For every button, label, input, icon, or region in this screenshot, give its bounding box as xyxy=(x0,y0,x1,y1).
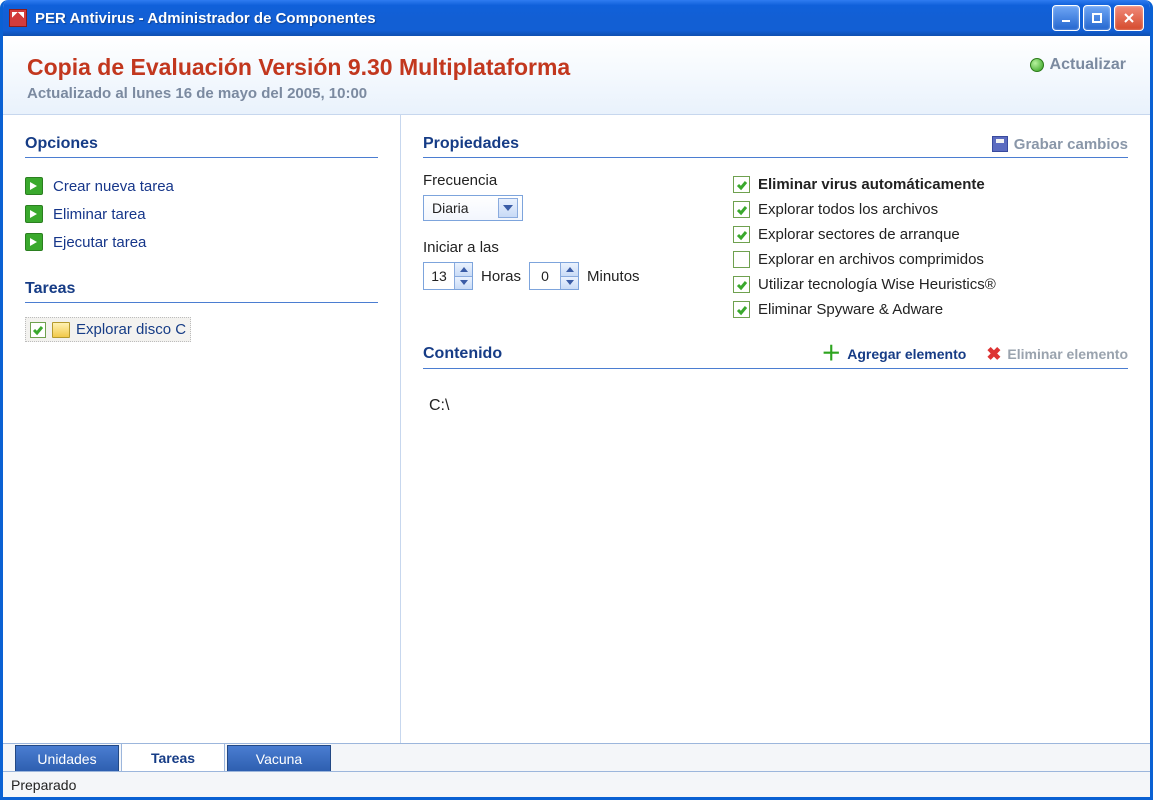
chevron-down-icon xyxy=(498,198,518,218)
arrow-right-icon xyxy=(25,205,43,223)
checkbox-label: Eliminar virus automáticamente xyxy=(758,176,985,193)
checkbox-label: Utilizar tecnología Wise Heuristics® xyxy=(758,276,996,293)
plus-icon: ＋ xyxy=(821,344,841,364)
arrow-right-icon xyxy=(25,177,43,195)
save-changes-button[interactable]: Grabar cambios xyxy=(992,136,1128,153)
property-checkbox[interactable]: Utilizar tecnología Wise Heuristics® xyxy=(733,272,1128,297)
header: Copia de Evaluación Versión 9.30 Multipl… xyxy=(3,36,1150,115)
option-label: Crear nueva tarea xyxy=(53,178,174,195)
window-title: PER Antivirus - Administrador de Compone… xyxy=(35,10,1052,27)
content-item[interactable]: C:\ xyxy=(429,397,1122,415)
status-text: Preparado xyxy=(11,777,76,793)
checkbox[interactable] xyxy=(733,276,750,293)
option-label: Eliminar tarea xyxy=(53,206,146,223)
property-checkbox[interactable]: Explorar sectores de arranque xyxy=(733,222,1128,247)
tasks-title: Tareas xyxy=(25,280,378,303)
content-title: Contenido xyxy=(423,345,502,363)
spinner-up-button[interactable] xyxy=(560,263,578,277)
hours-label: Horas xyxy=(481,268,521,285)
tab-tareas[interactable]: Tareas xyxy=(121,743,225,771)
checkbox[interactable] xyxy=(733,226,750,243)
titlebar[interactable]: PER Antivirus - Administrador de Compone… xyxy=(3,0,1150,36)
update-icon xyxy=(1030,58,1044,72)
del-label: Eliminar elemento xyxy=(1007,346,1128,362)
frequency-label: Frecuencia xyxy=(423,172,703,189)
add-label: Agregar elemento xyxy=(847,346,966,362)
property-checkbox[interactable]: Explorar todos los archivos xyxy=(733,197,1128,222)
properties-title: Propiedades xyxy=(423,135,519,153)
checkbox[interactable] xyxy=(733,176,750,193)
statusbar: Preparado xyxy=(3,771,1150,797)
last-updated: Actualizado al lunes 16 de mayo del 2005… xyxy=(27,85,570,102)
frequency-value: Diaria xyxy=(432,200,469,216)
page-title: Copia de Evaluación Versión 9.30 Multipl… xyxy=(27,54,570,81)
checkbox-label: Explorar todos los archivos xyxy=(758,201,938,218)
tab-vacuna[interactable]: Vacuna xyxy=(227,745,331,771)
add-element-button[interactable]: ＋ Agregar elemento xyxy=(821,344,966,364)
minutes-value: 0 xyxy=(530,263,560,289)
option-label: Ejecutar tarea xyxy=(53,234,146,251)
start-at-label: Iniciar a las xyxy=(423,239,703,256)
app-window: PER Antivirus - Administrador de Compone… xyxy=(0,0,1153,800)
hours-spinner[interactable]: 13 xyxy=(423,262,473,290)
option-create-task[interactable]: Crear nueva tarea xyxy=(25,172,378,200)
save-icon xyxy=(992,136,1008,152)
minutes-label: Minutos xyxy=(587,268,640,285)
spinner-up-button[interactable] xyxy=(454,263,472,277)
task-label: Explorar disco C xyxy=(76,321,186,338)
minutes-spinner[interactable]: 0 xyxy=(529,262,579,290)
content-panel: Propiedades Grabar cambios Frecuencia Di… xyxy=(401,115,1150,743)
folder-icon xyxy=(52,322,70,338)
close-button[interactable] xyxy=(1114,5,1144,31)
hours-value: 13 xyxy=(424,263,454,289)
update-label: Actualizar xyxy=(1050,56,1126,74)
checkbox-label: Eliminar Spyware & Adware xyxy=(758,301,943,318)
save-label: Grabar cambios xyxy=(1014,136,1128,153)
content-list: C:\ xyxy=(423,383,1128,429)
tab-unidades[interactable]: Unidades xyxy=(15,745,119,771)
property-checkbox[interactable]: Eliminar Spyware & Adware xyxy=(733,297,1128,322)
update-button[interactable]: Actualizar xyxy=(1030,56,1126,74)
minimize-button[interactable] xyxy=(1052,5,1080,31)
checkbox-label: Explorar sectores de arranque xyxy=(758,226,960,243)
properties-checks: Eliminar virus automáticamente Explorar t… xyxy=(733,172,1128,322)
property-checkbox[interactable]: Explorar en archivos comprimidos xyxy=(733,247,1128,272)
option-delete-task[interactable]: Eliminar tarea xyxy=(25,200,378,228)
arrow-right-icon xyxy=(25,233,43,251)
spinner-down-button[interactable] xyxy=(454,277,472,290)
app-icon xyxy=(9,9,27,27)
checkbox[interactable] xyxy=(733,301,750,318)
option-run-task[interactable]: Ejecutar tarea xyxy=(25,228,378,256)
x-icon: ✖ xyxy=(986,345,1001,363)
checkbox[interactable] xyxy=(733,251,750,268)
bottom-tabs: UnidadesTareasVacuna xyxy=(3,743,1150,771)
options-title: Opciones xyxy=(25,135,378,158)
frequency-select[interactable]: Diaria xyxy=(423,195,523,221)
maximize-button[interactable] xyxy=(1083,5,1111,31)
property-checkbox[interactable]: Eliminar virus automáticamente xyxy=(733,172,1128,197)
remove-element-button: ✖ Eliminar elemento xyxy=(986,345,1128,363)
task-item[interactable]: Explorar disco C xyxy=(25,317,191,342)
checkbox-label: Explorar en archivos comprimidos xyxy=(758,251,984,268)
task-checkbox[interactable] xyxy=(30,322,46,338)
sidebar: Opciones Crear nueva tarea Eliminar tare… xyxy=(3,115,401,743)
checkbox[interactable] xyxy=(733,201,750,218)
spinner-down-button[interactable] xyxy=(560,277,578,290)
